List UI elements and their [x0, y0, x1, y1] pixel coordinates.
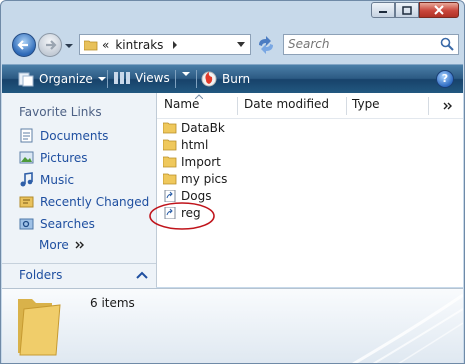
pictures-icon [19, 151, 34, 164]
nav-item-more[interactable]: More [39, 238, 85, 252]
column-divider[interactable] [237, 97, 238, 115]
folder-large-icon [18, 299, 61, 356]
nav-item-label: More [39, 238, 69, 252]
nav-item-label: Recently Changed [40, 194, 150, 209]
search-input[interactable] [288, 35, 438, 53]
command-bar: Organize Views Burn ? [2, 64, 463, 93]
file-list: Name Date modified Type DataBk html Impo… [149, 93, 463, 287]
file-name: DataBk [181, 121, 225, 135]
column-header-type[interactable]: Type [352, 97, 380, 117]
views-icon [114, 72, 130, 84]
maximize-icon [402, 5, 412, 15]
close-button[interactable] [419, 2, 459, 18]
toolbar-separator [107, 70, 108, 88]
back-arrow-icon [17, 40, 28, 50]
address-dropdown-icon[interactable] [236, 41, 246, 49]
favorite-links-heading: Favorite Links [19, 105, 102, 119]
folder-icon [84, 40, 98, 51]
views-label: Views [135, 71, 170, 85]
address-prefix: « [102, 37, 110, 52]
nav-item-music[interactable]: Music [19, 172, 74, 187]
list-item[interactable]: Import [163, 155, 221, 169]
maximize-button[interactable] [395, 2, 419, 18]
help-button[interactable]: ? [436, 70, 454, 88]
views-button[interactable]: Views [114, 71, 170, 85]
burn-button[interactable]: Burn [201, 71, 250, 87]
column-header-date-modified[interactable]: Date modified [244, 97, 329, 117]
folder-icon [163, 156, 177, 168]
organize-icon [18, 72, 34, 87]
more-columns-chevron-icon[interactable] [443, 101, 453, 111]
minimize-button[interactable] [371, 2, 395, 18]
recent-pages-dropdown-icon[interactable] [64, 37, 74, 53]
burn-disc-icon [201, 71, 217, 87]
column-divider[interactable] [346, 97, 347, 115]
item-count: 6 items [90, 296, 135, 310]
more-chevron-icon [75, 241, 84, 249]
organize-button[interactable]: Organize [18, 71, 106, 87]
caption-buttons [371, 2, 459, 18]
forward-button[interactable] [38, 33, 62, 57]
nav-item-label: Music [40, 172, 75, 187]
breadcrumb-arrow-icon[interactable] [171, 40, 179, 50]
file-name: html [181, 138, 209, 152]
documents-icon [20, 128, 33, 143]
folders-bar[interactable]: Folders [2, 263, 156, 288]
header-underline [157, 118, 463, 119]
close-icon [434, 5, 444, 15]
refresh-icon[interactable] [255, 35, 277, 55]
nav-item-recently-changed[interactable]: Recently Changed [19, 194, 149, 209]
nav-item-label: Pictures [40, 150, 88, 165]
navigation-pane: Favorite Links Documents Pictures Music … [2, 93, 157, 287]
back-button[interactable] [12, 33, 36, 57]
folder-icon [163, 139, 177, 151]
explorer-window: « kintraks Organize Views [0, 0, 465, 364]
nav-item-searches[interactable]: Searches [19, 216, 95, 231]
file-name: my pics [181, 172, 228, 186]
recently-changed-icon [19, 196, 34, 208]
list-item[interactable]: DataBk [163, 121, 225, 135]
folder-icon [163, 173, 177, 185]
decorative-swoosh [352, 293, 463, 363]
forward-arrow-icon [46, 40, 57, 50]
nav-item-pictures[interactable]: Pictures [19, 150, 88, 165]
music-icon [20, 172, 33, 187]
searches-icon [19, 218, 34, 230]
details-pane: 6 items [2, 288, 463, 363]
search-icon[interactable] [440, 37, 454, 51]
chevron-up-icon [136, 271, 148, 279]
search-box[interactable] [283, 34, 459, 55]
nav-item-documents[interactable]: Documents [19, 128, 108, 143]
toolbar-separator [175, 70, 176, 88]
chevron-down-icon [182, 72, 190, 76]
chevron-down-icon [97, 77, 106, 81]
organize-label: Organize [39, 72, 93, 86]
column-header-name[interactable]: Name [164, 97, 199, 117]
file-name: Import [181, 155, 221, 169]
nav-item-label: Documents [40, 128, 109, 143]
nav-item-label: Searches [40, 216, 95, 231]
red-annotation-circle [149, 202, 215, 230]
column-divider[interactable] [428, 97, 429, 115]
toolbar-separator [196, 70, 197, 88]
burn-label: Burn [222, 72, 251, 86]
views-dropdown[interactable] [182, 71, 190, 77]
folders-label: Folders [19, 268, 63, 282]
list-item[interactable]: my pics [163, 172, 227, 186]
address-bar[interactable]: « kintraks [79, 34, 251, 55]
minimize-icon [379, 11, 387, 13]
address-folder[interactable]: kintraks [115, 38, 163, 52]
folder-icon [163, 122, 177, 134]
list-item[interactable]: html [163, 138, 208, 152]
